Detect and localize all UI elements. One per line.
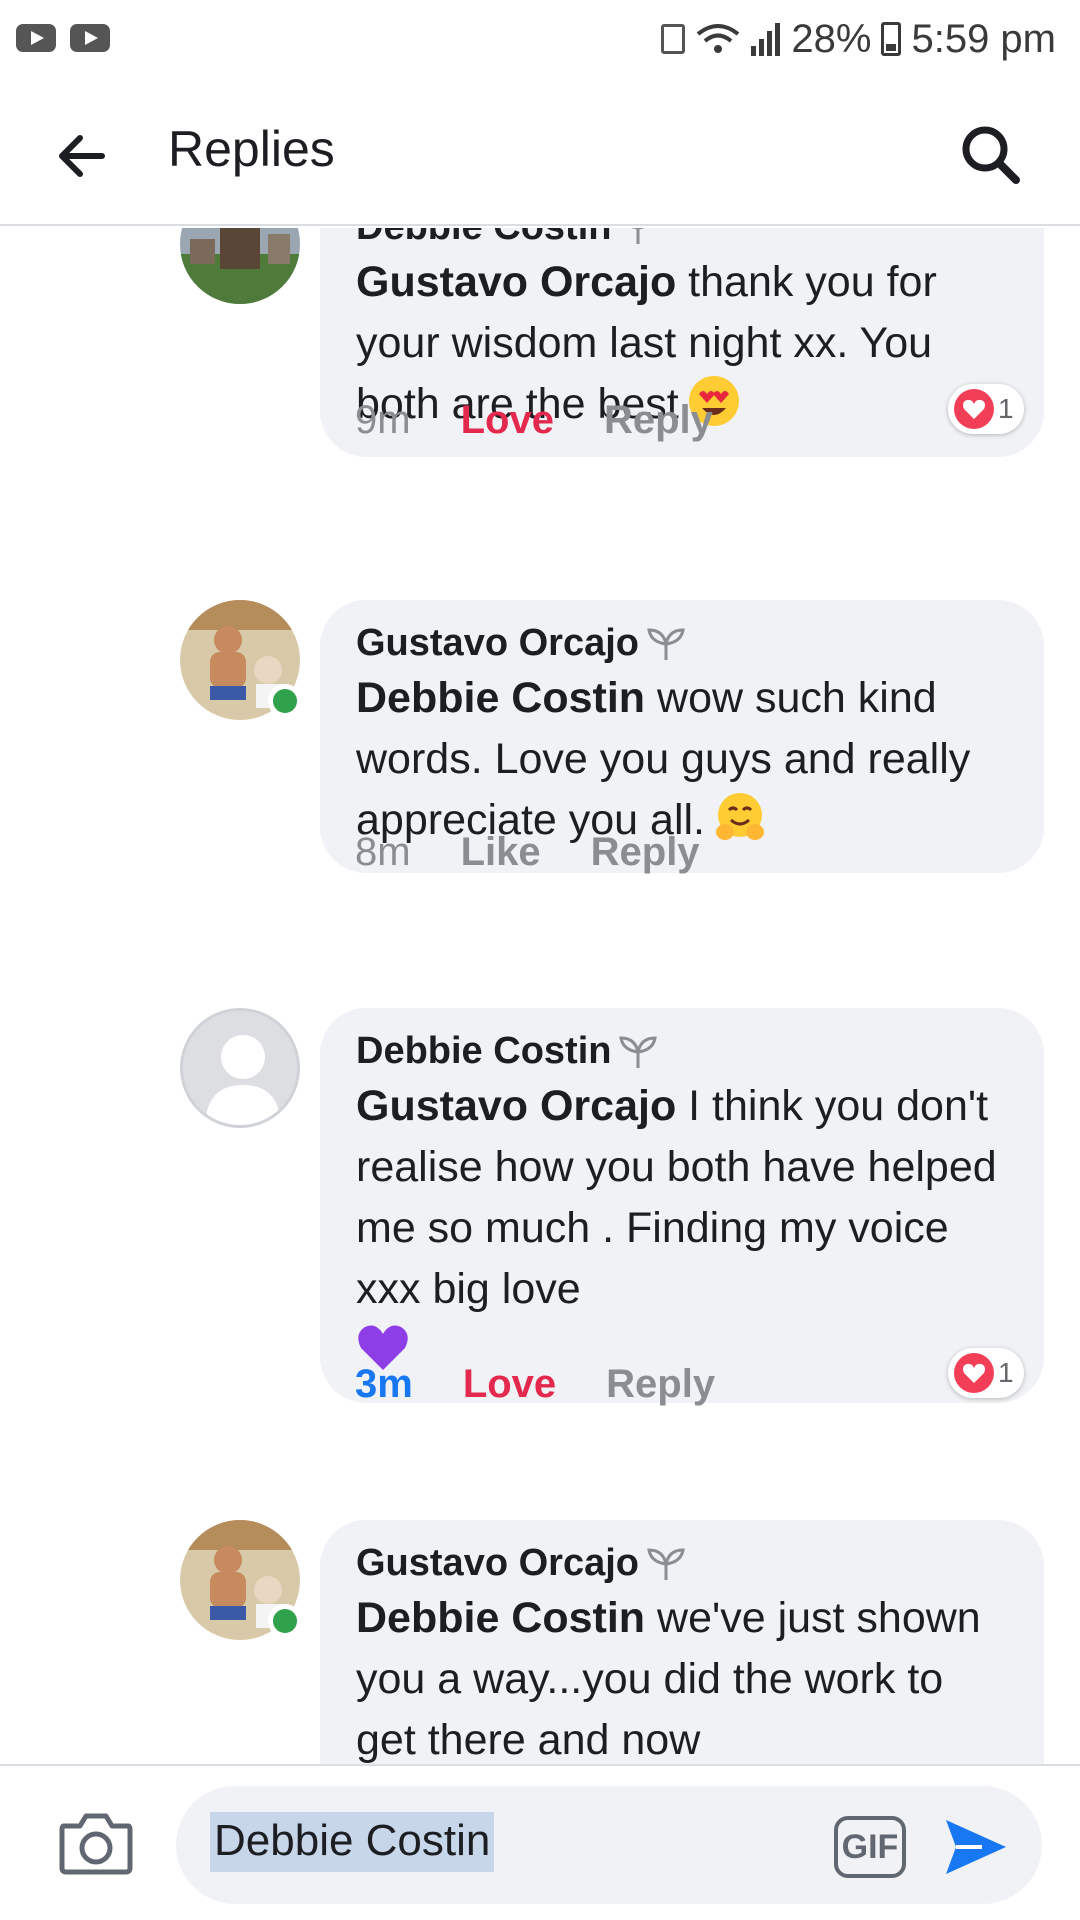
reaction-count-badge[interactable]: 1 [948,384,1024,434]
author-name[interactable]: Debbie Costin [356,1028,611,1076]
mention-link[interactable]: Gustavo Orcajo [356,1082,676,1130]
comment-time[interactable]: 9m [355,398,411,443]
app-header: Replies [0,80,1080,226]
love-button[interactable]: Love [463,1362,556,1407]
wifi-icon [697,24,740,53]
status-bar: 28% 5:59 pm [0,0,1080,80]
back-arrow-icon[interactable] [52,126,112,186]
love-button[interactable]: Love [461,398,554,443]
comment-author[interactable]: Gustavo Orcajo [356,620,1008,668]
reaction-count-badge[interactable]: 1 [948,1348,1024,1398]
author-name[interactable]: Debbie Costin [356,228,611,252]
comment-actions: 3m Love Reply [355,1362,715,1407]
author-name[interactable]: Gustavo Orcajo [356,620,639,668]
reaction-count: 1 [998,393,1014,424]
signal-icon [751,23,781,56]
new-member-sprout-icon [647,1548,685,1580]
avatar[interactable] [180,1008,300,1128]
comment-author[interactable]: Gustavo Orcajo [356,1540,1008,1588]
page-title: Replies [168,121,335,177]
mention-link[interactable]: Gustavo Orcajo [356,258,676,306]
reply-input-text[interactable]: Debbie Costin [210,1812,495,1872]
search-icon[interactable] [958,122,1022,186]
reply-input[interactable]: Debbie Costin GIF [176,1786,1042,1904]
comment-bubble[interactable]: Gustavo Orcajo Debbie Costin we've just … [320,1520,1044,1764]
comment-author[interactable]: Debbie Costin [356,228,1008,252]
comment-text: Debbie Costin we've just shown you a way… [356,1588,1008,1765]
comment-actions: 8m Like Reply [355,830,700,875]
recycle-icon [661,24,686,54]
reply-composer: Debbie Costin GIF [0,1764,1080,1920]
camera-icon[interactable] [58,1810,134,1876]
author-name[interactable]: Gustavo Orcajo [356,1540,639,1588]
battery-icon [881,22,902,56]
status-indicators: 28% 5:59 pm [661,12,1056,66]
online-status-dot [268,1604,302,1638]
reply-button[interactable]: Reply [604,398,713,443]
mention-link[interactable]: Debbie Costin [356,1594,645,1642]
clock: 5:59 pm [911,16,1056,61]
comment-time[interactable]: 3m [355,1362,413,1407]
new-member-sprout-icon [647,628,685,660]
battery-percent: 28% [791,16,872,61]
avatar[interactable] [180,228,300,304]
reply-button[interactable]: Reply [591,830,700,875]
default-profile-icon [183,1011,297,1125]
youtube-icon [16,24,56,52]
reaction-count: 1 [998,1357,1014,1388]
youtube-icon [70,24,110,52]
new-member-sprout-icon [632,228,645,244]
love-reaction-icon [954,1353,994,1393]
like-button[interactable]: Like [461,830,541,875]
comment-author[interactable]: Debbie Costin [356,1028,1008,1076]
hugging-emoji [716,792,764,840]
comment-text: Gustavo Orcajo I think you don't realise… [356,1076,1008,1381]
replies-feed[interactable]: Debbie Costin Gustavo Orcajo thank you f… [0,228,1080,1764]
love-reaction-icon [954,389,994,429]
new-member-sprout-icon [619,1036,658,1068]
gif-button[interactable]: GIF [834,1816,906,1878]
comment-time[interactable]: 8m [355,830,411,875]
mention-link[interactable]: Debbie Costin [356,674,645,722]
comment-bubble[interactable]: Debbie Costin Gustavo Orcajo I think you… [320,1008,1044,1403]
send-icon[interactable] [942,1816,1010,1878]
online-status-dot [268,684,302,718]
avatar-image [180,228,300,304]
reply-button[interactable]: Reply [606,1362,715,1407]
comment-actions: 9m Love Reply [355,398,713,443]
comment-text: Debbie Costin wow such kind words. Love … [356,668,1008,851]
